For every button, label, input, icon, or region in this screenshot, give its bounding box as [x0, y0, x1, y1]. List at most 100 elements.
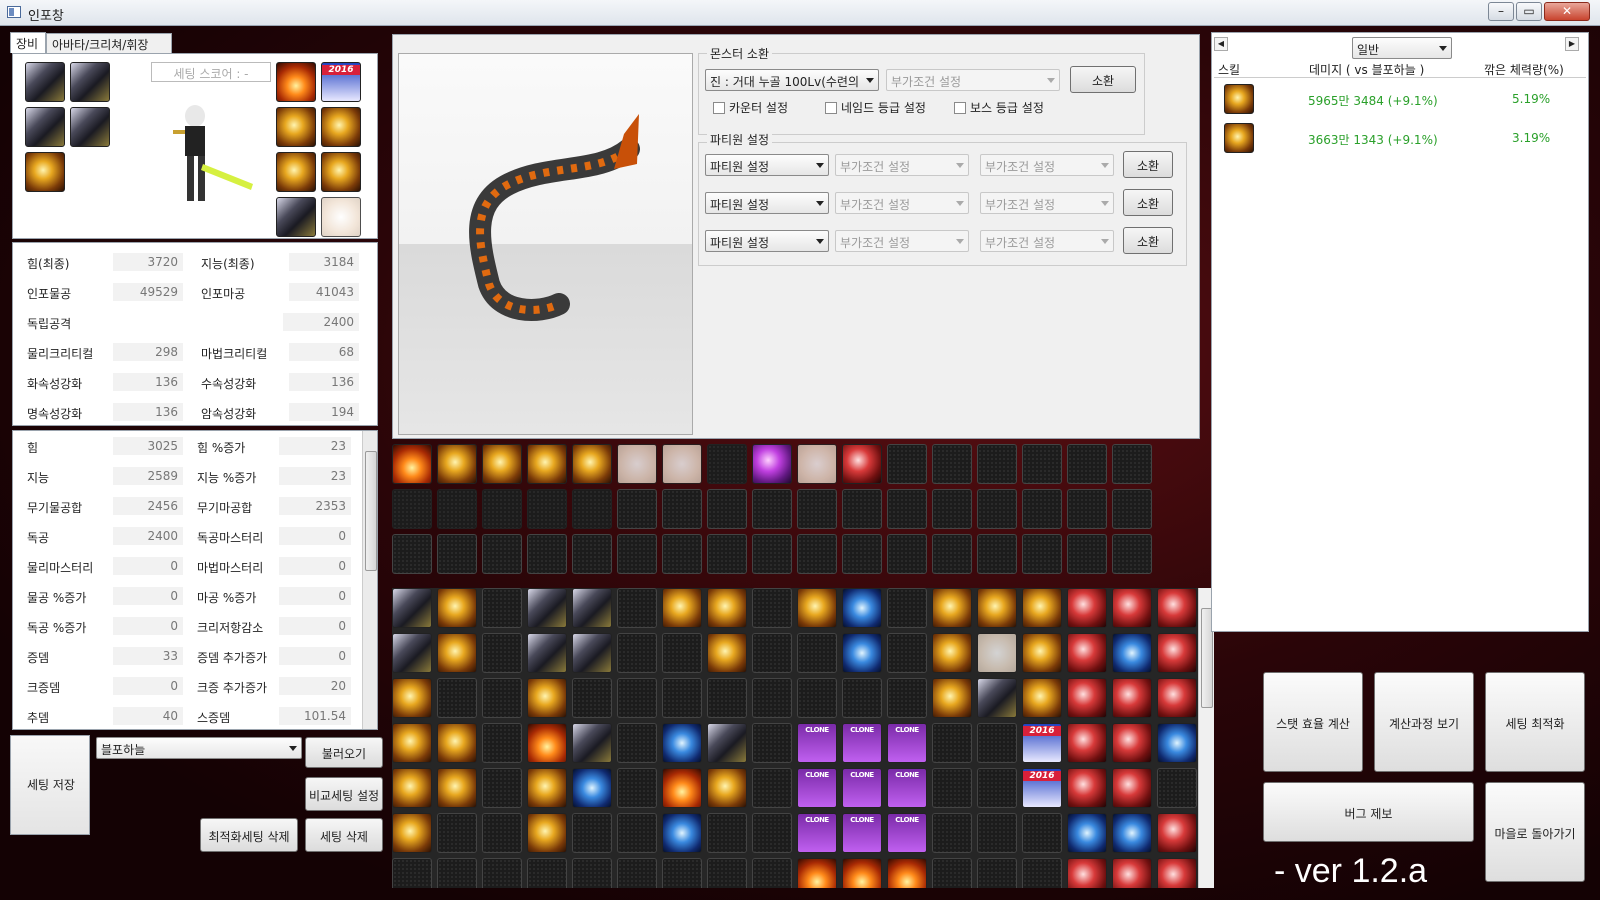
mode-select[interactable]: 일반 — [1352, 37, 1452, 59]
inventory-slot[interactable] — [887, 588, 927, 628]
inventory-slot[interactable] — [887, 678, 927, 718]
inventory-slot[interactable] — [707, 858, 747, 888]
inventory-item[interactable] — [1067, 588, 1107, 628]
inventory-slot[interactable] — [752, 633, 792, 673]
inventory-slot[interactable] — [932, 768, 972, 808]
buff-slot[interactable] — [797, 489, 837, 529]
inventory-item[interactable]: CLONE — [842, 723, 882, 763]
inventory-slot[interactable] — [797, 678, 837, 718]
buff-icon[interactable] — [437, 444, 477, 484]
return-town-button[interactable]: 마을로 돌아가기 — [1485, 782, 1585, 882]
buff-icon[interactable] — [752, 444, 792, 484]
buff-slot[interactable] — [977, 534, 1017, 574]
inventory-slot[interactable] — [437, 678, 477, 718]
equip-slot-earring[interactable] — [321, 197, 361, 237]
equip-slot-weapon[interactable] — [276, 62, 316, 102]
inventory-slot[interactable] — [1022, 858, 1062, 888]
inventory-slot[interactable] — [977, 813, 1017, 853]
inventory-item[interactable] — [527, 588, 567, 628]
inventory-item[interactable] — [1112, 813, 1152, 853]
inventory-item[interactable] — [842, 588, 882, 628]
inventory-slot[interactable] — [752, 768, 792, 808]
inventory-item[interactable] — [1112, 633, 1152, 673]
inventory-item[interactable] — [1157, 633, 1197, 673]
boss-checkbox[interactable]: 보스 등급 설정 — [954, 99, 1044, 116]
inventory-item[interactable] — [1067, 858, 1107, 888]
equip-slot-support[interactable] — [321, 152, 361, 192]
party-member-select[interactable]: 파티원 설정 — [705, 154, 829, 176]
buff-icon[interactable] — [707, 444, 747, 484]
buff-icon[interactable] — [842, 444, 882, 484]
inventory-item[interactable] — [437, 723, 477, 763]
inventory-item[interactable] — [977, 633, 1017, 673]
inventory-item[interactable] — [1157, 678, 1197, 718]
inventory-item[interactable] — [1067, 813, 1107, 853]
buff-slot[interactable] — [662, 489, 702, 529]
buff-slot[interactable] — [1022, 444, 1062, 484]
inventory-item[interactable] — [662, 588, 702, 628]
inventory-slot[interactable] — [437, 858, 477, 888]
buff-icon[interactable] — [662, 444, 702, 484]
buff-slot[interactable] — [707, 534, 747, 574]
buff-slot[interactable] — [932, 534, 972, 574]
inventory-item[interactable]: CLONE — [887, 768, 927, 808]
buff-slot[interactable] — [932, 444, 972, 484]
equip-slot-belt[interactable] — [70, 107, 110, 147]
tab-equipment[interactable]: 장비 — [10, 32, 46, 53]
inventory-item[interactable] — [572, 633, 612, 673]
inventory-item[interactable] — [392, 633, 432, 673]
inventory-slot[interactable] — [617, 633, 657, 673]
inventory-item[interactable] — [572, 588, 612, 628]
inventory-item[interactable] — [1022, 633, 1062, 673]
buff-icon[interactable] — [527, 444, 567, 484]
inventory-slot[interactable] — [752, 678, 792, 718]
inventory-item[interactable]: CLONE — [842, 813, 882, 853]
inventory-item[interactable] — [662, 723, 702, 763]
buff-slot[interactable] — [1112, 444, 1152, 484]
buff-slot[interactable] — [662, 534, 702, 574]
inventory-slot[interactable] — [932, 813, 972, 853]
inventory-slot[interactable] — [887, 633, 927, 673]
inventory-slot[interactable] — [662, 858, 702, 888]
buff-slot[interactable] — [842, 534, 882, 574]
inventory-item[interactable] — [527, 813, 567, 853]
inventory-item[interactable] — [1112, 678, 1152, 718]
inventory-item[interactable] — [572, 723, 612, 763]
inventory-slot[interactable] — [617, 858, 657, 888]
inventory-item[interactable] — [1022, 678, 1062, 718]
stats-scrollbar[interactable] — [362, 431, 377, 729]
next-arrow-icon[interactable]: ▶ — [1565, 37, 1579, 51]
inventory-slot[interactable] — [752, 588, 792, 628]
inventory-slot[interactable] — [752, 813, 792, 853]
buff-icon[interactable] — [482, 444, 522, 484]
inventory-item[interactable] — [977, 588, 1017, 628]
delete-optimized-button[interactable]: 최적화세팅 삭제 — [200, 818, 298, 852]
counter-checkbox[interactable]: 카운터 설정 — [713, 99, 788, 116]
buff-slot[interactable] — [527, 534, 567, 574]
inventory-item[interactable] — [707, 723, 747, 763]
inventory-item[interactable] — [1157, 858, 1197, 888]
buff-skill-icon[interactable] — [527, 489, 567, 529]
buff-icon[interactable] — [572, 444, 612, 484]
party-condition-select[interactable]: 부가조건 설정 — [980, 192, 1114, 214]
inventory-slot[interactable] — [482, 588, 522, 628]
party-condition-select[interactable]: 부가조건 설정 — [835, 192, 969, 214]
compare-setting-button[interactable]: 비교세팅 설정 — [305, 777, 383, 811]
inventory-slot[interactable] — [482, 678, 522, 718]
inventory-item[interactable] — [1067, 768, 1107, 808]
inventory-item[interactable] — [1067, 633, 1107, 673]
buff-slot[interactable] — [572, 534, 612, 574]
calc-process-button[interactable]: 계산과정 보기 — [1374, 672, 1474, 772]
inventory-slot[interactable] — [977, 858, 1017, 888]
inventory-item[interactable] — [707, 588, 747, 628]
inventory-item[interactable] — [1157, 588, 1197, 628]
buff-icon[interactable] — [392, 444, 432, 484]
inventory-slot[interactable] — [437, 813, 477, 853]
party-summon-button[interactable]: 소환 — [1123, 227, 1173, 254]
inventory-item[interactable] — [932, 678, 972, 718]
inventory-item[interactable] — [707, 633, 747, 673]
equip-slot-title[interactable]: 2016 — [321, 62, 361, 102]
load-button[interactable]: 불러오기 — [305, 737, 383, 768]
inventory-slot[interactable] — [662, 633, 702, 673]
inventory-item[interactable] — [1112, 723, 1152, 763]
